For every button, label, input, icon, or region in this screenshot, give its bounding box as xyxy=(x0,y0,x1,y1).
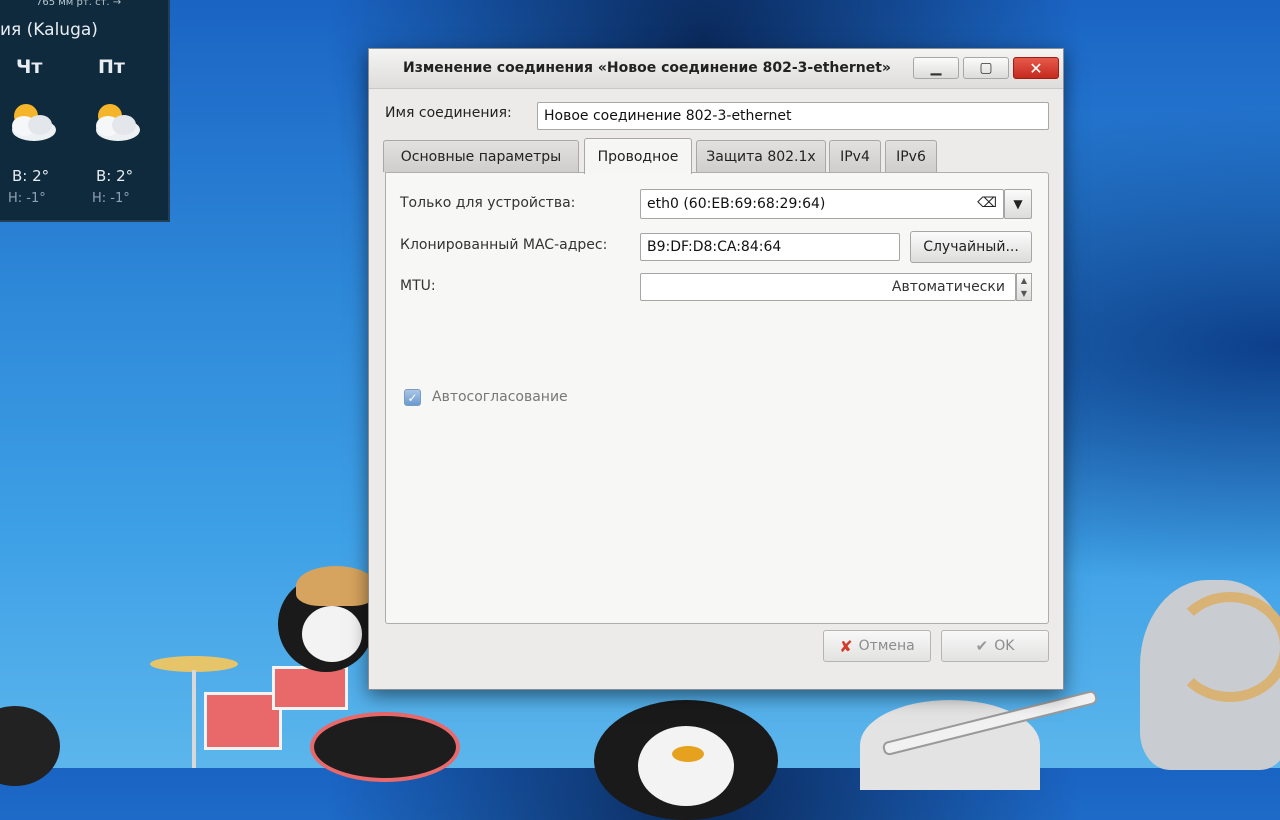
penguin-bottom-left xyxy=(0,706,60,786)
wired-settings-panel: Только для устройства: eth0 (60:EB:69:68… xyxy=(385,172,1049,624)
checkmark-icon: ✓ xyxy=(407,390,418,405)
close-icon: ✕ xyxy=(1029,58,1043,78)
maximize-icon: ▢ xyxy=(979,60,993,76)
weather-low-thu: Н: -1° xyxy=(8,191,46,206)
drum xyxy=(204,692,282,750)
random-mac-button[interactable]: Случайный... xyxy=(910,231,1032,263)
tab-wired[interactable]: Проводное xyxy=(584,138,692,174)
device-dropdown-button[interactable]: ▼ xyxy=(1004,189,1032,219)
chevron-down-icon: ▼ xyxy=(1013,197,1023,211)
penguin-beak xyxy=(672,746,704,762)
clear-text-icon[interactable]: ⌫ xyxy=(977,195,997,211)
connection-name-label: Имя соединения: xyxy=(385,105,512,121)
spin-up-icon[interactable]: ▲ xyxy=(1017,274,1031,287)
connection-name-input[interactable] xyxy=(537,102,1049,130)
mtu-spinner[interactable]: ▲ ▼ xyxy=(1016,273,1032,301)
ok-check-icon: ✔ xyxy=(975,637,989,655)
sun-cloud-icon xyxy=(12,104,56,141)
sun-cloud-icon xyxy=(96,104,140,141)
pressure-reading: 765 мм рт. ст. → xyxy=(36,0,122,8)
mtu-label: MTU: xyxy=(400,278,436,294)
penguin-hair xyxy=(296,566,376,606)
minimize-icon: ▁ xyxy=(930,60,942,76)
tab-8021x-security[interactable]: Защита 802.1x xyxy=(696,140,826,172)
autoneg-label: Автосогласование xyxy=(432,389,568,405)
weather-high-fri: В: 2° xyxy=(96,167,134,185)
tab-ipv4[interactable]: IPv4 xyxy=(829,140,881,172)
cancel-label: Отмена xyxy=(858,638,915,654)
maximize-button[interactable]: ▢ xyxy=(963,57,1009,79)
cancel-button[interactable]: ✘ Отмена xyxy=(823,630,931,662)
ok-label: OK xyxy=(994,638,1015,654)
close-button[interactable]: ✕ xyxy=(1013,57,1059,79)
device-combobox[interactable]: eth0 (60:EB:69:68:29:64) ⌫ xyxy=(640,189,1004,219)
tab-general[interactable]: Основные параметры xyxy=(383,140,579,172)
device-label: Только для устройства: xyxy=(400,195,576,211)
device-value: eth0 (60:EB:69:68:29:64) xyxy=(647,196,826,212)
weather-high-thu: В: 2° xyxy=(12,167,50,185)
tab-ipv6[interactable]: IPv6 xyxy=(885,140,937,172)
autoneg-checkbox[interactable]: ✓ xyxy=(404,389,421,406)
headphones xyxy=(1170,592,1280,702)
cloned-mac-input[interactable] xyxy=(640,233,900,261)
spin-down-icon[interactable]: ▼ xyxy=(1017,287,1031,300)
edit-connection-dialog: Изменение соединения «Новое соединение 8… xyxy=(368,48,1064,690)
weather-day-fri: Пт xyxy=(98,56,125,78)
dialog-title: Изменение соединения «Новое соединение 8… xyxy=(403,60,891,76)
dialog-titlebar[interactable]: Изменение соединения «Новое соединение 8… xyxy=(369,49,1063,89)
weather-day-thu: Чт xyxy=(16,56,43,78)
ok-button[interactable]: ✔ OK xyxy=(941,630,1049,662)
cloned-mac-label: Клонированный MAC-адрес: xyxy=(400,237,608,253)
weather-low-fri: Н: -1° xyxy=(92,191,130,206)
mtu-input[interactable] xyxy=(640,273,1016,301)
drum xyxy=(272,666,348,710)
weather-city: ия (Kaluga) xyxy=(0,20,98,40)
weather-widget: 765 мм рт. ст. → ия (Kaluga) Чт Пт В: 2°… xyxy=(0,0,170,222)
cymbal-stand xyxy=(192,670,196,768)
bass-drum xyxy=(310,712,460,782)
minimize-button[interactable]: ▁ xyxy=(913,57,959,79)
cancel-x-icon: ✘ xyxy=(839,636,853,656)
